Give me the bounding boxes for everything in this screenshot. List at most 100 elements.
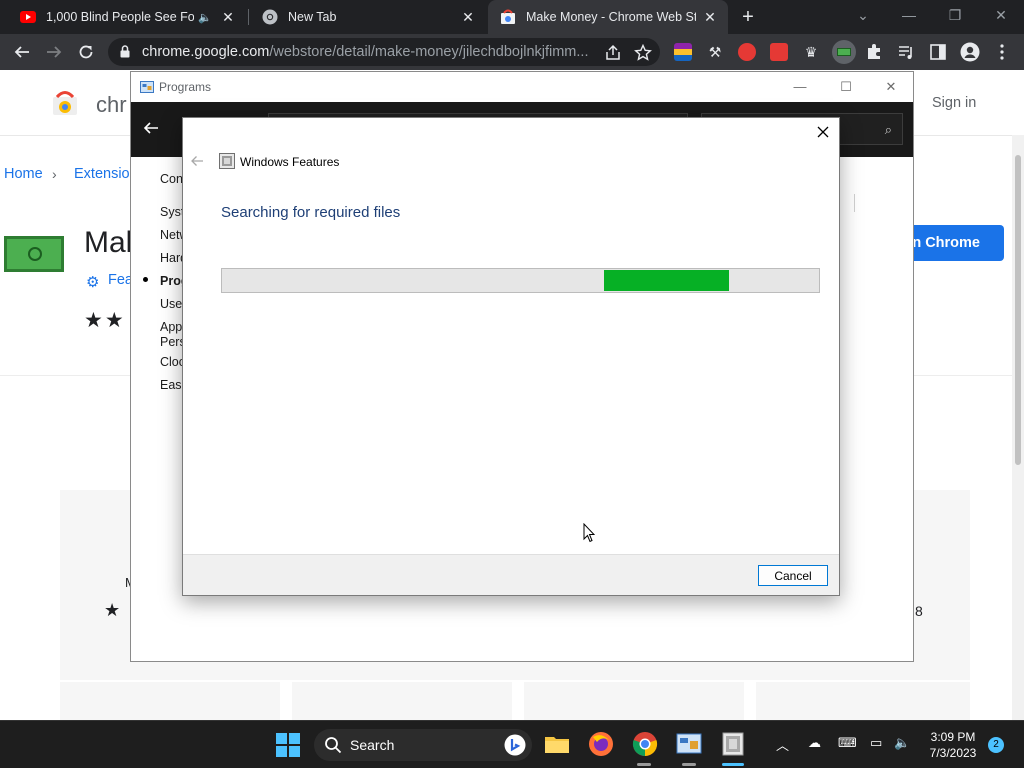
bing-icon[interactable]: [504, 734, 526, 756]
tab-search-icon[interactable]: ⌄: [840, 0, 886, 30]
link-divider: [854, 194, 855, 212]
extension-money-icon[interactable]: [832, 40, 856, 64]
speaker-icon[interactable]: 🔈: [198, 11, 214, 24]
windows-features-icon: [219, 153, 235, 169]
url-text: chrome.google.com/webstore/detail/make-m…: [142, 44, 588, 60]
tab-youtube[interactable]: 1,000 Blind People See For T 🔈 ✕: [8, 0, 246, 34]
webstore-brand[interactable]: chr: [96, 92, 127, 118]
webstore-logo-icon[interactable]: [52, 90, 78, 116]
extension-logo-money-icon: [4, 236, 64, 272]
keyboard-icon[interactable]: ⌨: [838, 735, 857, 751]
rating-stars: ★★: [84, 309, 126, 332]
close-tab-icon[interactable]: ✕: [460, 9, 476, 25]
bookmark-star-icon[interactable]: [634, 43, 652, 62]
mouse-cursor-icon: [583, 522, 596, 543]
windows-features-app-icon[interactable]: [720, 731, 746, 757]
tab-title: Make Money - Chrome Web Stor: [526, 10, 696, 24]
chevron-right-icon: ›: [52, 166, 57, 182]
file-explorer-icon[interactable]: [544, 731, 570, 757]
new-tab-button[interactable]: +: [738, 7, 758, 27]
page-scrollbar[interactable]: [1012, 135, 1024, 720]
tab-make-money[interactable]: Make Money - Chrome Web Stor ✕: [488, 0, 728, 34]
url-host: chrome.google.com: [142, 44, 270, 60]
money-coin-icon: [28, 247, 42, 261]
browser-tab-strip: 1,000 Blind People See For T 🔈 ✕ New Tab…: [0, 0, 1024, 34]
cancel-button[interactable]: Cancel: [758, 565, 828, 586]
windows-start-icon[interactable]: [276, 733, 300, 757]
close-tab-icon[interactable]: ✕: [702, 9, 718, 25]
review-count: 8: [915, 603, 923, 619]
profile-icon[interactable]: [960, 42, 980, 62]
close-tab-icon[interactable]: ✕: [220, 9, 236, 25]
windows-taskbar: Search ︿ ☁ ⌨ ▭ 🔈 3:09 PM 7/3/2023 2: [0, 720, 1024, 768]
side-panel-icon[interactable]: [928, 42, 948, 62]
programs-window-title: Programs: [159, 80, 212, 94]
progress-bar: [221, 268, 820, 293]
close-window-button[interactable]: ✕: [881, 77, 901, 97]
extension-hammer-icon[interactable]: ⚒: [706, 43, 724, 61]
add-to-chrome-label: n Chrome: [912, 235, 980, 251]
extension-crown-icon[interactable]: ♛: [802, 43, 820, 61]
maximize-button[interactable]: ☐: [836, 77, 856, 97]
card-placeholder: [292, 682, 512, 720]
money-icon: [837, 48, 851, 56]
extension-red-icon[interactable]: [770, 43, 788, 61]
close-window-button[interactable]: ✕: [978, 0, 1024, 30]
search-icon: [324, 736, 342, 754]
notification-badge[interactable]: 2: [988, 737, 1004, 753]
webstore-icon: [500, 9, 516, 25]
share-icon[interactable]: [604, 44, 622, 62]
programs-title-bar[interactable]: Programs — ☐ ✕: [131, 72, 913, 102]
forward-icon[interactable]: [42, 40, 66, 64]
progress-bar-fill: [604, 270, 729, 291]
sign-in-link[interactable]: Sign in: [932, 95, 976, 111]
breadcrumb-extensions[interactable]: Extensio: [74, 166, 130, 182]
card-placeholder: [60, 682, 280, 720]
url-path: /webstore/detail/make-money/jilechdbojln…: [269, 44, 589, 60]
card-placeholder: [756, 682, 970, 720]
review-stars: ★: [104, 600, 121, 620]
close-icon[interactable]: [811, 120, 835, 144]
minimize-button[interactable]: —: [886, 0, 932, 30]
address-bar[interactable]: chrome.google.com/webstore/detail/make-m…: [108, 38, 660, 66]
lock-icon[interactable]: [120, 45, 130, 63]
reload-icon[interactable]: [74, 40, 98, 64]
dialog-footer: Cancel: [183, 554, 839, 595]
menu-kebab-icon[interactable]: [992, 42, 1012, 62]
browser-toolbar: chrome.google.com/webstore/detail/make-m…: [0, 34, 1024, 70]
extension-youtube-icon[interactable]: [738, 43, 756, 61]
firefox-icon[interactable]: [588, 731, 614, 757]
minimize-button[interactable]: —: [790, 77, 810, 97]
clock-date: 7/3/2023: [929, 746, 977, 760]
tab-title: New Tab: [288, 10, 337, 24]
tab-new-tab[interactable]: New Tab ✕: [250, 0, 486, 34]
volume-icon[interactable]: 🔈: [894, 735, 910, 751]
current-item-bullet: [143, 277, 148, 282]
extension-pattern-icon[interactable]: [674, 43, 692, 61]
search-icon: ⌕: [884, 122, 892, 137]
chrome-icon: [262, 9, 278, 25]
active-app-indicator: [722, 763, 744, 766]
chrome-icon[interactable]: [632, 731, 658, 757]
back-icon[interactable]: [10, 40, 34, 64]
control-panel-icon[interactable]: [676, 731, 702, 757]
search-label: Search: [350, 737, 395, 753]
clock-time: 3:09 PM: [930, 730, 976, 744]
restore-button[interactable]: ❐: [932, 0, 978, 30]
back-arrow-icon[interactable]: [143, 120, 159, 141]
network-icon[interactable]: ▭: [870, 735, 882, 751]
back-arrow-icon[interactable]: [189, 153, 205, 169]
taskbar-search[interactable]: Search: [314, 729, 532, 761]
system-clock[interactable]: 3:09 PM 7/3/2023: [918, 729, 988, 761]
extensions-puzzle-icon[interactable]: [864, 42, 884, 62]
breadcrumb-home[interactable]: Home: [4, 166, 43, 182]
dialog-title: Windows Features: [240, 155, 340, 169]
onedrive-icon[interactable]: ☁: [808, 735, 821, 751]
running-indicator: [637, 763, 651, 766]
featured-badge-icon: ⚙: [86, 274, 100, 291]
chevron-up-icon[interactable]: ︿: [776, 735, 789, 754]
scrollbar-thumb[interactable]: [1015, 155, 1021, 465]
media-control-icon[interactable]: [896, 42, 916, 62]
youtube-icon: [20, 9, 36, 25]
tab-title: 1,000 Blind People See For T: [46, 10, 194, 24]
